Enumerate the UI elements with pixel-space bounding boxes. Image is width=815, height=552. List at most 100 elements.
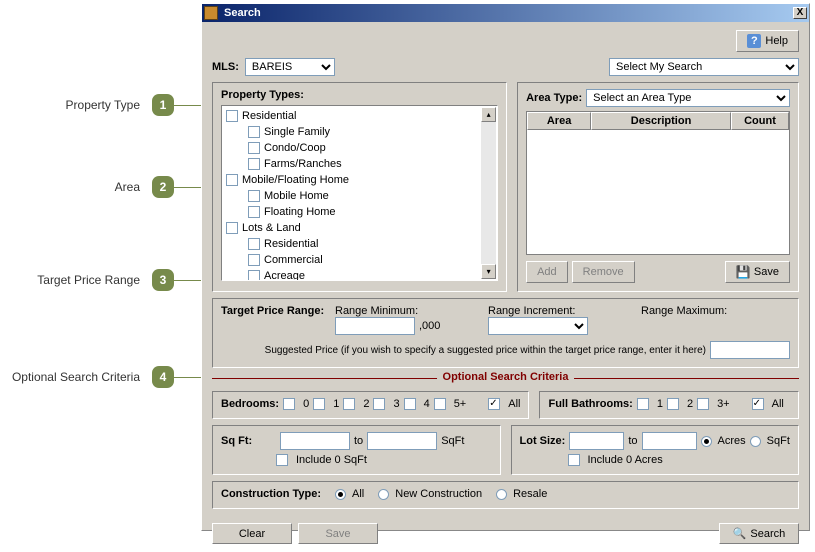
lotsize-group: Lot Size: to Acres SqFt Include 0 Acres xyxy=(511,425,800,475)
construction-label: Construction Type: xyxy=(221,488,321,500)
area-save-button[interactable]: Save xyxy=(725,261,790,283)
checkbox[interactable] xyxy=(248,142,260,154)
help-label: Help xyxy=(765,35,788,47)
close-button[interactable]: X xyxy=(793,7,807,19)
baths-group: Full Bathrooms: 1 2 3+ All xyxy=(539,391,799,419)
construction-group: Construction Type: All New Construction … xyxy=(212,481,799,509)
window-title: Search xyxy=(222,7,793,19)
scrollbar[interactable]: ▴ ▾ xyxy=(481,107,496,279)
scroll-down[interactable]: ▾ xyxy=(481,264,496,279)
sqft-include0-chk[interactable] xyxy=(276,454,288,466)
tpr-heading: Target Price Range: xyxy=(221,305,331,317)
annotation-label-2: Area xyxy=(0,180,140,194)
lot-min-input[interactable] xyxy=(569,432,624,450)
lot-include0-chk[interactable] xyxy=(568,454,580,466)
bath-3-chk[interactable] xyxy=(697,398,709,410)
bed-1-chk[interactable] xyxy=(313,398,325,410)
checkbox[interactable] xyxy=(248,126,260,138)
col-description[interactable]: Description xyxy=(591,112,731,130)
area-type-label: Area Type: xyxy=(526,92,582,104)
sqft-min-input[interactable] xyxy=(280,432,350,450)
select-my-search[interactable]: Select My Search xyxy=(609,58,799,76)
const-all-radio[interactable] xyxy=(335,489,346,500)
tpr-inc-label: Range Increment: xyxy=(488,305,637,317)
checkbox[interactable] xyxy=(248,254,260,266)
col-area[interactable]: Area xyxy=(527,112,591,130)
tpr-min-input[interactable] xyxy=(335,317,415,335)
prop-item-residential[interactable]: Residential xyxy=(222,108,497,124)
const-new-radio[interactable] xyxy=(378,489,389,500)
help-icon: ? xyxy=(747,34,761,48)
checkbox[interactable] xyxy=(226,222,238,234)
area-group: Area Type: Select an Area Type Area Desc… xyxy=(517,82,799,292)
search-button[interactable]: 🔍Search xyxy=(719,523,799,544)
area-type-select[interactable]: Select an Area Type xyxy=(586,89,790,107)
optional-heading: Optional Search Criteria xyxy=(437,371,575,383)
bed-3-chk[interactable] xyxy=(373,398,385,410)
annotation-label-1: Property Type xyxy=(0,98,140,112)
baths-label: Full Bathrooms: xyxy=(548,398,632,410)
bed-0-chk[interactable] xyxy=(283,398,295,410)
prop-item-mobile-home[interactable]: Mobile Home xyxy=(222,188,497,204)
tpr-suggested-input[interactable] xyxy=(710,341,790,359)
tpr-suggested-label: Suggested Price (if you wish to specify … xyxy=(221,345,706,356)
tpr-inc-select[interactable] xyxy=(488,317,588,335)
sqft-to: to xyxy=(354,435,363,447)
const-resale-radio[interactable] xyxy=(496,489,507,500)
lot-include0-label: Include 0 Acres xyxy=(588,454,663,466)
prop-item-residential2[interactable]: Residential xyxy=(222,236,497,252)
bath-2-chk[interactable] xyxy=(667,398,679,410)
tpr-thousands: ,000 xyxy=(419,320,440,332)
add-button[interactable]: Add xyxy=(526,261,568,283)
prop-item-lots-land[interactable]: Lots & Land xyxy=(222,220,497,236)
bed-2-chk[interactable] xyxy=(343,398,355,410)
lot-sqft-radio[interactable] xyxy=(750,436,761,447)
annotation-badge-4: 4 xyxy=(152,366,174,388)
bed-5-chk[interactable] xyxy=(434,398,446,410)
clear-button[interactable]: Clear xyxy=(212,523,292,544)
search-dialog: Search X ? Help MLS: BAREIS Select My Se… xyxy=(201,3,810,531)
prop-item-acreage[interactable]: Acreage xyxy=(222,268,497,281)
prop-item-mobile-floating[interactable]: Mobile/Floating Home xyxy=(222,172,497,188)
prop-item-farms[interactable]: Farms/Ranches xyxy=(222,156,497,172)
bed-4-chk[interactable] xyxy=(404,398,416,410)
save-button[interactable]: Save xyxy=(298,523,378,544)
property-types-heading: Property Types: xyxy=(221,89,498,101)
tpr-min-label: Range Minimum: xyxy=(335,305,484,317)
checkbox[interactable] xyxy=(248,270,260,281)
property-types-list[interactable]: ▴ ▾ Residential Single Family Condo/Coop… xyxy=(221,105,498,281)
prop-item-commercial[interactable]: Commercial xyxy=(222,252,497,268)
checkbox[interactable] xyxy=(248,158,260,170)
optional-divider: Optional Search Criteria xyxy=(212,378,799,379)
checkbox[interactable] xyxy=(226,174,238,186)
bath-1-chk[interactable] xyxy=(637,398,649,410)
bed-all-chk[interactable] xyxy=(488,398,500,410)
prop-item-condo[interactable]: Condo/Coop xyxy=(222,140,497,156)
save-icon xyxy=(736,265,750,279)
checkbox[interactable] xyxy=(248,190,260,202)
sqft-max-input[interactable] xyxy=(367,432,437,450)
tpr-max-label: Range Maximum: xyxy=(641,305,790,317)
checkbox[interactable] xyxy=(248,238,260,250)
prop-item-single-family[interactable]: Single Family xyxy=(222,124,497,140)
lot-to: to xyxy=(628,435,637,447)
scroll-up[interactable]: ▴ xyxy=(481,107,496,122)
app-icon xyxy=(204,6,218,20)
sqft-group: Sq Ft: to SqFt Include 0 SqFt xyxy=(212,425,501,475)
lot-acres-radio[interactable] xyxy=(701,436,712,447)
bath-all-chk[interactable] xyxy=(752,398,764,410)
col-count[interactable]: Count xyxy=(731,112,789,130)
checkbox[interactable] xyxy=(226,110,238,122)
target-price-range-group: Target Price Range: Range Minimum: ,000 … xyxy=(212,298,799,368)
search-icon: 🔍 xyxy=(733,527,747,540)
help-button[interactable]: ? Help xyxy=(736,30,799,52)
mls-select[interactable]: BAREIS xyxy=(245,58,335,76)
checkbox[interactable] xyxy=(248,206,260,218)
remove-button[interactable]: Remove xyxy=(572,261,635,283)
bedrooms-group: Bedrooms: 0 1 2 3 4 5+ All xyxy=(212,391,529,419)
lot-max-input[interactable] xyxy=(642,432,697,450)
area-table-header: Area Description Count xyxy=(527,112,789,130)
annotation-badge-3: 3 xyxy=(152,269,174,291)
area-table: Area Description Count xyxy=(526,111,790,255)
prop-item-floating-home[interactable]: Floating Home xyxy=(222,204,497,220)
